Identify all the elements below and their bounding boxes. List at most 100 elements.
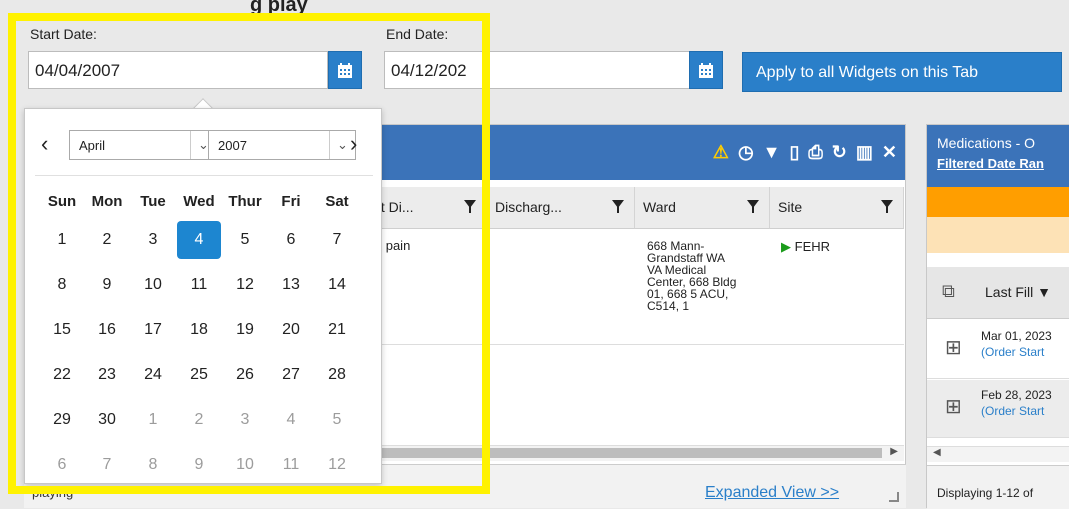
calendar-day[interactable]: 1 — [131, 401, 175, 439]
calendar-day[interactable]: 9 — [177, 446, 221, 484]
weekday-label: Tue — [140, 193, 166, 210]
month-value: April — [79, 138, 106, 153]
calendar-day[interactable]: 5 — [315, 401, 359, 439]
document-plus-icon[interactable]: ⊞ — [945, 394, 962, 419]
calendar-day[interactable]: 6 — [269, 221, 313, 259]
weekday-label: Wed — [183, 193, 215, 210]
copy-icon[interactable]: ⧉ — [942, 281, 955, 302]
document-plus-icon[interactable]: ⊞ — [945, 335, 962, 360]
calendar-day[interactable]: 11 — [269, 446, 313, 484]
warning-icon[interactable]: ⚠ — [713, 142, 729, 162]
calendar-day[interactable]: 15 — [40, 311, 84, 349]
column-header-site[interactable]: Site — [770, 187, 904, 229]
calendar-day[interactable]: 26 — [223, 356, 267, 394]
column-header-discharge[interactable]: Discharg... — [487, 187, 635, 229]
calendar-day[interactable]: 18 — [177, 311, 221, 349]
calendar-day[interactable]: 12 — [223, 266, 267, 304]
weekday-label: Sun — [47, 193, 77, 210]
row-divider — [362, 344, 904, 345]
calendar-icon — [338, 62, 352, 78]
month-select[interactable]: April ⌄ — [69, 130, 217, 160]
calendar-day[interactable]: 22 — [40, 356, 84, 394]
filtered-date-range-link[interactable]: Filtered Date Ran — [937, 156, 1044, 171]
medication-row[interactable]: ⊞ Feb 28, 2023 (Order Start — [927, 380, 1069, 438]
calendar-icon — [699, 62, 713, 78]
column-header-ward[interactable]: Ward — [635, 187, 770, 229]
medication-row[interactable]: ⊞ Mar 01, 2023 (Order Start — [927, 321, 1069, 379]
calendar-day[interactable]: 2 — [85, 221, 129, 259]
calendar-day[interactable]: 24 — [131, 356, 175, 394]
close-icon[interactable]: ✕ — [882, 142, 897, 162]
filter-icon[interactable] — [747, 200, 759, 213]
calendar-day[interactable]: 25 — [177, 356, 221, 394]
weekday-label: Fri — [281, 193, 301, 210]
start-date-calendar-button[interactable] — [328, 51, 362, 89]
footer-status: playing — [32, 485, 74, 500]
resize-handle-icon[interactable] — [889, 492, 899, 502]
calendar-day[interactable]: 4 — [269, 401, 313, 439]
next-month-icon[interactable]: › — [350, 131, 357, 157]
last-fill-header[interactable]: Last Fill ▼ — [985, 284, 1051, 300]
medication-order-start[interactable]: (Order Start — [981, 345, 1044, 359]
year-select[interactable]: 2007 ⌄ — [208, 130, 356, 160]
scrollbar-thumb[interactable] — [362, 448, 882, 458]
header-divider — [35, 175, 373, 176]
scroll-left-icon[interactable]: ◀ — [933, 447, 941, 458]
calendar-day[interactable]: 23 — [85, 356, 129, 394]
start-date-input[interactable]: 04/04/2007 — [28, 51, 328, 89]
end-date-input[interactable]: 04/12/202 — [384, 51, 690, 89]
calendar-day[interactable]: 2 — [177, 401, 221, 439]
medications-title: Medications - O — [937, 135, 1036, 151]
play-icon: ▶ — [781, 239, 791, 254]
scroll-right-icon[interactable]: ▶ — [890, 446, 898, 457]
calendar-day[interactable]: 13 — [269, 266, 313, 304]
filter-icon[interactable] — [612, 200, 624, 213]
filter-icon[interactable] — [464, 200, 476, 213]
clipboard-icon[interactable]: ▯ — [789, 142, 799, 162]
calendar-day[interactable]: 21 — [315, 311, 359, 349]
site-label: FEHR — [794, 239, 831, 254]
previous-month-icon[interactable]: ‹ — [41, 131, 48, 157]
column-label: Discharg... — [495, 199, 562, 215]
calendar-day[interactable]: 11 — [177, 266, 221, 304]
filter-icon[interactable]: ▼ — [763, 142, 781, 162]
calendar-day[interactable]: 30 — [85, 401, 129, 439]
calendar-day[interactable]: 16 — [85, 311, 129, 349]
site-cell: ▶ FEHR — [781, 239, 831, 254]
calendar-day[interactable]: 28 — [315, 356, 359, 394]
calendar-day[interactable]: 10 — [223, 446, 267, 484]
calendar-day[interactable]: 10 — [131, 266, 175, 304]
notice-band — [927, 217, 1069, 253]
horizontal-scrollbar[interactable]: ▶ — [362, 445, 904, 461]
weekday-label: Sat — [325, 193, 349, 210]
calendar-day[interactable]: 5 — [223, 221, 267, 259]
calendar-day[interactable]: 8 — [40, 266, 84, 304]
apply-to-all-widgets-button[interactable]: Apply to all Widgets on this Tab — [742, 52, 1062, 92]
columns-icon[interactable]: ▥ — [856, 142, 873, 162]
calendar-day[interactable]: 4 — [177, 221, 221, 259]
calendar-day[interactable]: 17 — [131, 311, 175, 349]
end-date-calendar-button[interactable] — [689, 51, 723, 89]
calendar-day[interactable]: 9 — [85, 266, 129, 304]
medications-paging-status: Displaying 1-12 of — [937, 486, 1034, 500]
horizontal-scrollbar[interactable]: ◀ — [927, 446, 1069, 462]
calendar-day[interactable]: 1 — [40, 221, 84, 259]
calendar-day[interactable]: 29 — [40, 401, 84, 439]
refresh-icon[interactable]: ↻ — [832, 142, 847, 162]
calendar-day[interactable]: 19 — [223, 311, 267, 349]
clock-icon[interactable]: ◷ — [738, 142, 754, 162]
medication-order-start[interactable]: (Order Start — [981, 404, 1044, 418]
calendar-day[interactable]: 6 — [40, 446, 84, 484]
filter-icon[interactable] — [881, 200, 893, 213]
expanded-view-link[interactable]: Expanded View >> — [705, 484, 839, 502]
calendar-day[interactable]: 3 — [131, 221, 175, 259]
calendar-day[interactable]: 14 — [315, 266, 359, 304]
calendar-day[interactable]: 12 — [315, 446, 359, 484]
print-icon[interactable]: ⎙ — [808, 142, 822, 162]
calendar-day[interactable]: 3 — [223, 401, 267, 439]
calendar-day[interactable]: 27 — [269, 356, 313, 394]
calendar-day[interactable]: 7 — [315, 221, 359, 259]
calendar-day[interactable]: 20 — [269, 311, 313, 349]
calendar-day[interactable]: 7 — [85, 446, 129, 484]
calendar-day[interactable]: 8 — [131, 446, 175, 484]
